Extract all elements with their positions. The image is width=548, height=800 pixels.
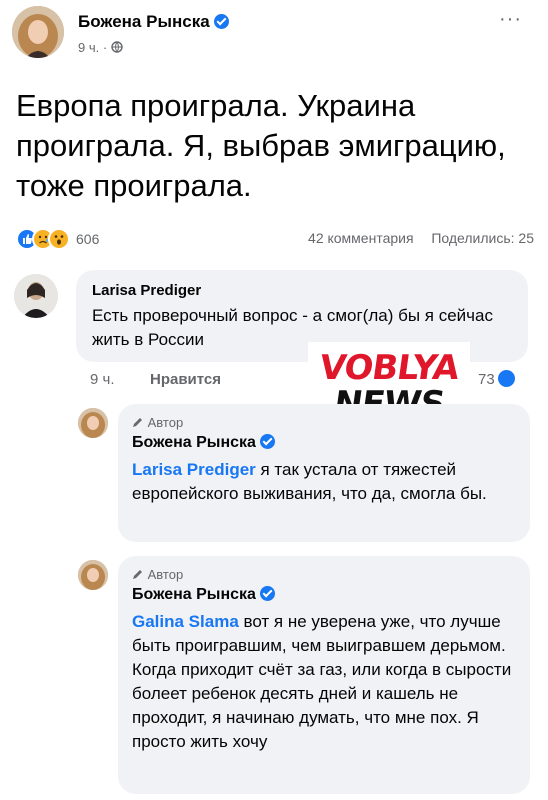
post-header: Божена Рынска 9 ч. · ···: [12, 6, 536, 66]
globe-icon: [111, 41, 123, 53]
reaction-count: 606: [76, 231, 100, 247]
shares-count[interactable]: Поделились: 25: [431, 230, 534, 246]
reply-text: Galina Slama вот я не уверена уже, что л…: [132, 612, 512, 751]
post-time[interactable]: 9 ч. ·: [78, 40, 107, 55]
comment-author-name[interactable]: Larisa Prediger: [92, 282, 201, 299]
logo-line-1: VOBLYA: [316, 348, 462, 388]
reply-author-avatar[interactable]: [78, 408, 108, 438]
pencil-icon: [133, 570, 142, 579]
post-stats: 42 комментария Поделились: 25: [308, 230, 534, 246]
verified-badge-icon: [259, 586, 275, 601]
post-author-name[interactable]: Божена Рынска: [78, 12, 229, 32]
like-comment-button[interactable]: Нравится: [150, 371, 221, 388]
like-badge-icon: [497, 370, 515, 387]
comment-likes[interactable]: 73: [478, 370, 515, 388]
reply-author-name[interactable]: Божена Рынска: [132, 434, 275, 452]
comment-time: 9 ч.: [90, 371, 115, 388]
author-tag: Автор: [132, 567, 183, 582]
post-text: Европа проиграла. Украина проиграла. Я, …: [16, 88, 506, 203]
reply-author-avatar[interactable]: [78, 560, 108, 590]
reply-bubble: Автор Божена Рынска Larisa Prediger я та…: [118, 404, 530, 542]
commenter-avatar[interactable]: [14, 274, 58, 318]
mention-link[interactable]: Larisa Prediger: [132, 460, 256, 479]
comments-count[interactable]: 42 комментария: [308, 230, 414, 246]
reply-text: Larisa Prediger я так устала от тяжестей…: [132, 460, 487, 503]
pencil-icon: [133, 418, 142, 427]
author-avatar[interactable]: [12, 6, 64, 58]
post-meta: 9 ч. ·: [78, 40, 123, 55]
verified-badge-icon: [259, 434, 275, 449]
mention-link[interactable]: Galina Slama: [132, 612, 239, 631]
author-tag: Автор: [132, 415, 183, 430]
verified-badge-icon: [213, 14, 229, 29]
reply-bubble: Автор Божена Рынска Galina Slama вот я н…: [118, 556, 530, 794]
reply-author-name[interactable]: Божена Рынска: [132, 586, 275, 604]
wow-reaction-icon: [48, 228, 70, 250]
more-options-icon[interactable]: ···: [499, 8, 522, 31]
reactions-summary[interactable]: 606: [16, 228, 99, 250]
